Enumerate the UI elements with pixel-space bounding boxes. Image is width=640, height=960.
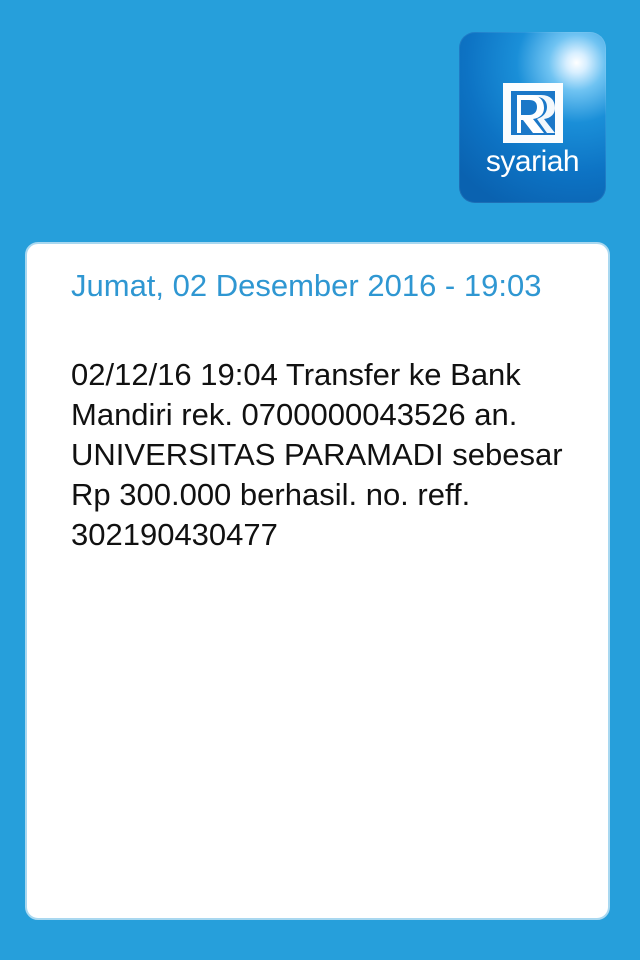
message-date-time: Jumat, 02 Desember 2016 - 19:03	[71, 268, 542, 303]
logo-text: syariah	[485, 145, 580, 178]
message-card: Jumat, 02 Desember 2016 - 19:03 02/12/16…	[25, 242, 610, 920]
bri-icon	[503, 83, 563, 143]
message-body: 02/12/16 19:04 Transfer ke Bank Mandiri …	[71, 357, 563, 552]
bank-logo: syariah	[459, 32, 606, 203]
